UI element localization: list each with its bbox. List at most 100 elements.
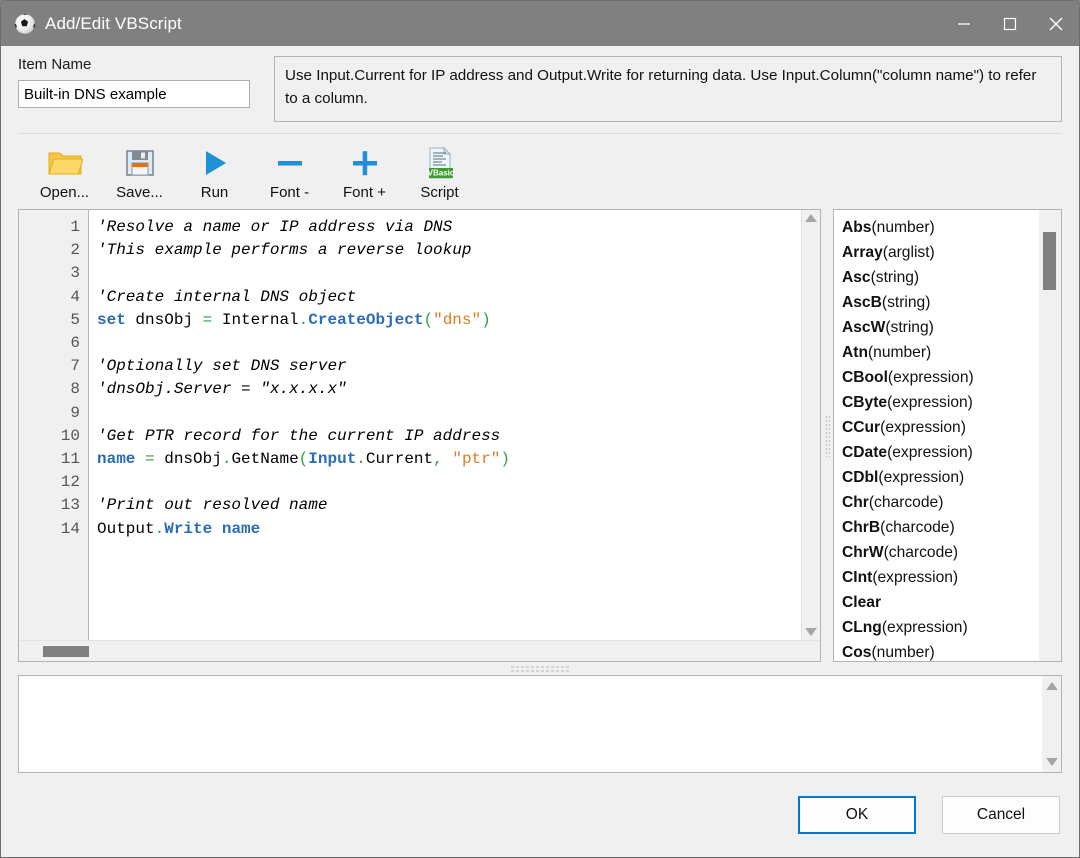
- code-line: 'Create internal DNS object: [97, 286, 801, 309]
- close-icon[interactable]: [1033, 1, 1079, 46]
- line-number-gutter: 1 2 3 4 5 6 7 8 9 10 11 12 13 14: [19, 210, 89, 640]
- code-line: name = dnsObj.GetName(Input.Current, "pt…: [97, 448, 801, 471]
- function-list-item[interactable]: Abs(number): [842, 215, 1039, 240]
- function-name: Cos: [842, 644, 872, 661]
- code-token-operator: ): [481, 310, 491, 329]
- line-number: 6: [70, 334, 80, 353]
- line-number: 4: [70, 287, 80, 306]
- top-row: Item Name Built-in DNS example Use Input…: [1, 46, 1079, 122]
- code-token-plain: GetName: [231, 450, 299, 469]
- function-list-item[interactable]: CInt(expression): [842, 565, 1039, 590]
- function-name: CByte: [842, 394, 888, 411]
- code-token-string: "dns": [433, 310, 482, 329]
- function-list-item[interactable]: CCur(expression): [842, 415, 1039, 440]
- cancel-button[interactable]: Cancel: [942, 796, 1060, 834]
- title-bar: Add/Edit VBScript: [1, 1, 1079, 46]
- editor-vertical-scrollbar[interactable]: [801, 210, 820, 640]
- function-list-item[interactable]: CDbl(expression): [842, 465, 1039, 490]
- run-button[interactable]: Run: [177, 140, 252, 201]
- editor-horizontal-scroll-thumb[interactable]: [43, 646, 89, 657]
- horizontal-splitter[interactable]: [1, 662, 1079, 675]
- function-list-scrollbar[interactable]: [1039, 210, 1061, 661]
- function-list-scroll-thumb[interactable]: [1043, 232, 1056, 290]
- play-triangle-icon: [200, 144, 230, 182]
- font-increase-button[interactable]: Font +: [327, 140, 402, 201]
- function-args: (expression): [881, 619, 968, 636]
- help-text: Use Input.Current for IP address and Out…: [274, 56, 1062, 122]
- code-token-plain: Internal: [212, 310, 299, 329]
- function-list-item[interactable]: AscW(string): [842, 315, 1039, 340]
- code-token-keyword: Write: [164, 519, 213, 538]
- function-list[interactable]: Abs(number) Array(arglist) Asc(string) AscB…: [833, 209, 1062, 662]
- function-args: (expression): [887, 369, 974, 386]
- function-list-item[interactable]: CLng(expression): [842, 615, 1039, 640]
- function-list-item[interactable]: CDate(expression): [842, 440, 1039, 465]
- function-name: Clear: [842, 594, 882, 611]
- line-number: 9: [70, 403, 80, 422]
- script-button[interactable]: VBasic Script: [402, 140, 477, 201]
- code-editor[interactable]: 1 2 3 4 5 6 7 8 9 10 11 12 13 14 'Resolve a name or I…: [18, 209, 821, 662]
- function-args: (expression): [880, 419, 966, 436]
- output-scroll-up-arrow-icon[interactable]: [1045, 682, 1058, 690]
- function-list-item[interactable]: ChrB(charcode): [842, 515, 1039, 540]
- item-name-input[interactable]: Built-in DNS example: [18, 80, 250, 108]
- editor-horizontal-scrollbar[interactable]: [19, 640, 820, 661]
- function-list-item[interactable]: Atn(number): [842, 340, 1039, 365]
- line-number: 1: [70, 218, 80, 236]
- soccer-ball-icon: [15, 13, 35, 34]
- open-button[interactable]: Open...: [27, 140, 102, 201]
- vertical-splitter[interactable]: [821, 209, 833, 662]
- function-list-item[interactable]: Clear: [842, 590, 1039, 615]
- code-token-plain: Current: [365, 450, 434, 469]
- function-list-item[interactable]: CByte(expression): [842, 390, 1039, 415]
- scroll-up-arrow-icon[interactable]: [805, 214, 817, 222]
- code-token-operator: =: [202, 310, 213, 329]
- item-name-label: Item Name: [18, 56, 92, 73]
- maximize-icon[interactable]: [987, 1, 1033, 46]
- ok-button[interactable]: OK: [798, 796, 916, 834]
- function-list-items[interactable]: Abs(number) Array(arglist) Asc(string) AscB…: [834, 210, 1039, 661]
- function-name: CBool: [842, 369, 888, 386]
- function-args: (number): [867, 344, 932, 361]
- function-list-item[interactable]: Asc(string): [842, 265, 1039, 290]
- function-args: (string): [885, 319, 934, 336]
- function-list-item[interactable]: Cos(number): [842, 640, 1039, 661]
- line-number: 2: [70, 241, 80, 260]
- function-name: AscW: [842, 319, 886, 336]
- code-token-string: "ptr": [452, 450, 501, 469]
- function-list-item[interactable]: CBool(expression): [842, 365, 1039, 390]
- code-token-plain: dnsObj: [154, 450, 222, 469]
- function-list-item[interactable]: Chr(charcode): [842, 490, 1039, 515]
- output-scroll-down-arrow-icon[interactable]: [1045, 758, 1058, 766]
- function-args: (charcode): [883, 544, 959, 561]
- function-list-item[interactable]: Array(arglist): [842, 240, 1039, 265]
- function-list-item[interactable]: ChrW(charcode): [842, 540, 1039, 565]
- font-decrease-label: Font -: [269, 184, 310, 201]
- function-name: CLng: [842, 619, 882, 636]
- output-pane[interactable]: [18, 675, 1062, 773]
- function-args: (number): [871, 219, 935, 236]
- function-args: (expression): [872, 569, 959, 586]
- output-text[interactable]: [19, 676, 1042, 772]
- vbasic-document-icon: VBasic: [425, 144, 455, 182]
- code-token-comment: 'Optionally set DNS server: [97, 357, 347, 376]
- code-token-operator: ): [500, 450, 510, 469]
- code-line: set dnsObj = Internal.CreateObject("dns"…: [97, 309, 801, 332]
- line-number: 13: [60, 496, 80, 515]
- code-token-plain: dnsObj: [125, 310, 203, 329]
- function-list-item[interactable]: AscB(string): [842, 290, 1039, 315]
- minimize-icon[interactable]: [941, 1, 987, 46]
- save-button[interactable]: Save...: [102, 140, 177, 201]
- code-token-operator: =: [145, 450, 155, 469]
- code-text-area[interactable]: 'Resolve a name or IP address via DNS 'Th…: [89, 210, 801, 640]
- function-args: (expression): [878, 469, 965, 486]
- code-token-operator: (: [298, 450, 309, 469]
- scroll-down-arrow-icon[interactable]: [805, 628, 817, 636]
- font-decrease-button[interactable]: Font -: [252, 140, 327, 201]
- output-vertical-scrollbar[interactable]: [1042, 676, 1061, 772]
- function-name: Chr: [842, 494, 869, 511]
- code-token-comment: 'dnsObj.Server = "x.x.x.x": [97, 380, 347, 399]
